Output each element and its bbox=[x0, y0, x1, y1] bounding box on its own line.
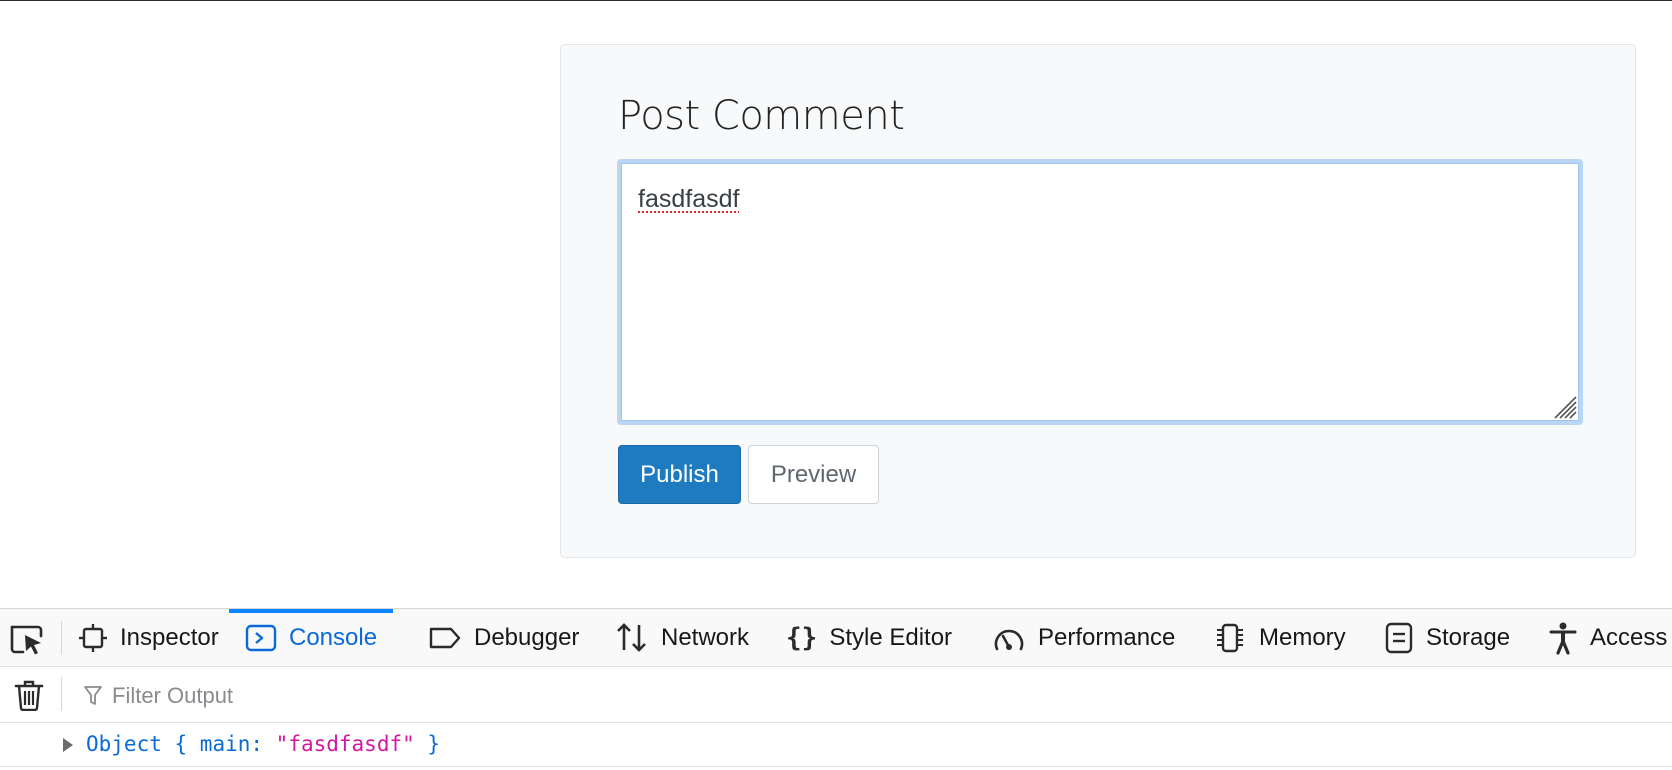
preview-button[interactable]: Preview bbox=[748, 445, 879, 504]
toolbar-separator bbox=[61, 677, 62, 711]
tab-separator bbox=[61, 621, 62, 655]
tab-network-label: Network bbox=[661, 624, 750, 651]
expand-arrow-icon[interactable] bbox=[63, 738, 73, 752]
tab-performance[interactable]: Performance bbox=[992, 609, 1175, 667]
tab-storage-label: Storage bbox=[1426, 624, 1511, 651]
tab-memory[interactable]: Memory bbox=[1213, 609, 1346, 667]
comment-textarea[interactable]: fasdfasdf bbox=[617, 159, 1583, 425]
console-log-row[interactable]: Object { main: "fasdfasdf" } bbox=[0, 723, 1672, 767]
tab-performance-label: Performance bbox=[1038, 624, 1176, 651]
element-picker-icon[interactable] bbox=[8, 621, 48, 657]
comment-title: Post Comment bbox=[618, 93, 905, 139]
inspector-icon bbox=[79, 624, 107, 652]
trash-icon[interactable] bbox=[14, 679, 44, 711]
accessibility-icon bbox=[1549, 622, 1577, 655]
console-icon bbox=[245, 624, 277, 652]
storage-icon bbox=[1385, 622, 1413, 654]
tab-debugger-label: Debugger bbox=[474, 624, 580, 651]
tab-memory-label: Memory bbox=[1259, 624, 1346, 651]
tab-storage[interactable]: Storage bbox=[1384, 609, 1510, 667]
top-divider bbox=[0, 0, 1672, 1]
log-key: main bbox=[199, 732, 251, 756]
devtools-panel: Inspector Console Debugger Network {} St… bbox=[0, 608, 1672, 770]
tab-accessibility-label: Access bbox=[1590, 624, 1668, 651]
comment-text[interactable]: fasdfasdf bbox=[638, 185, 739, 214]
console-toolbar bbox=[0, 667, 1672, 723]
performance-icon bbox=[994, 629, 1024, 651]
log-separator: : bbox=[250, 732, 276, 756]
tab-style-editor-label: Style Editor bbox=[829, 624, 953, 651]
tab-network[interactable]: Network bbox=[615, 609, 749, 667]
log-suffix: } bbox=[414, 732, 441, 756]
tab-accessibility[interactable]: Access bbox=[1548, 609, 1667, 667]
devtools-tabbar: Inspector Console Debugger Network {} St… bbox=[0, 609, 1672, 667]
publish-button[interactable]: Publish bbox=[618, 445, 741, 504]
console-log-message[interactable]: Object { main: "fasdfasdf" } bbox=[86, 732, 440, 756]
tab-debugger[interactable]: Debugger bbox=[428, 609, 579, 667]
resize-handle-icon[interactable] bbox=[1549, 391, 1577, 419]
filter-output-input[interactable] bbox=[110, 677, 914, 715]
tab-console-label: Console bbox=[289, 624, 378, 651]
debugger-icon bbox=[429, 627, 461, 649]
page: Post Comment fasdfasdf Publish Preview I… bbox=[0, 0, 1672, 770]
tab-console[interactable]: Console bbox=[229, 609, 394, 667]
tab-style-editor[interactable]: {} Style Editor bbox=[786, 609, 952, 667]
style-editor-icon: {} bbox=[786, 623, 818, 653]
log-value: "fasdfasdf" bbox=[275, 732, 415, 756]
comment-panel: Post Comment fasdfasdf Publish Preview bbox=[560, 44, 1636, 558]
network-icon bbox=[617, 623, 646, 652]
log-prefix: Object { bbox=[86, 732, 200, 756]
filter-icon bbox=[84, 686, 102, 705]
memory-icon bbox=[1217, 623, 1243, 653]
tab-inspector[interactable]: Inspector bbox=[78, 609, 219, 667]
tab-inspector-label: Inspector bbox=[120, 624, 219, 651]
